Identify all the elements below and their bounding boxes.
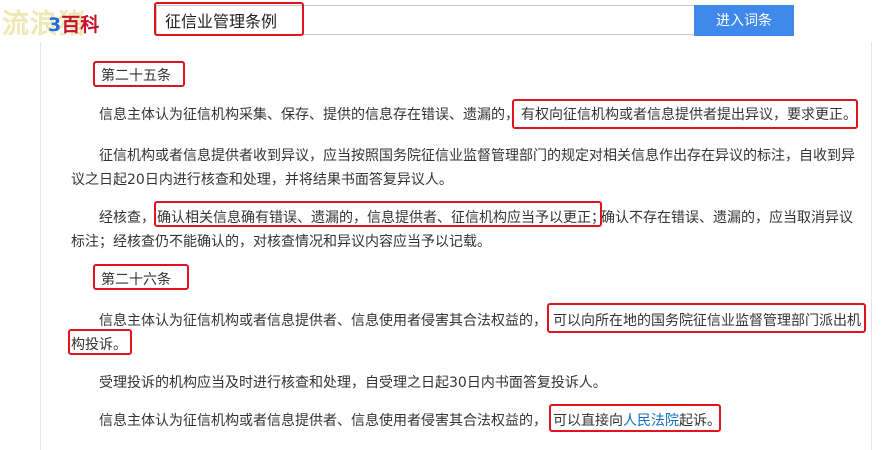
art26-para3-highlight (549, 404, 721, 432)
art25-para1-text: 信息主体认为征信机构采集、保存、提供的信息存在错误、遗漏的， (99, 107, 519, 123)
article-25-heading-highlight (93, 61, 185, 87)
brand-name: 3百科 (48, 10, 99, 37)
baike-logo[interactable]: 流浪猪 3百科 (0, 2, 150, 40)
art25-para3-prefix: 经核查， (99, 210, 155, 226)
search-highlight-box (154, 2, 304, 36)
brand-dot: 3 (48, 14, 62, 36)
brand-label: 百科 (61, 14, 100, 36)
art25-para2-line2: 议之日起20日内进行核查和处理，并将结果书面答复异议人。 (71, 172, 453, 188)
art26-para1-highlight-b (68, 329, 132, 355)
art26-para1-text: 信息主体认为征信机构或者信息提供者、信息使用者侵害其合法权益的， (99, 313, 547, 329)
art26-para3-text: 信息主体认为征信机构或者信息提供者、信息使用者侵害其合法权益的， (99, 413, 547, 429)
art26-para2: 受理投诉的机构应当及时进行核查和处理，自受理之日起30日内书面答复投诉人。 (99, 375, 607, 391)
art26-para1-highlight-a (547, 303, 866, 333)
art25-para3-highlight (154, 201, 602, 227)
top-bar: 流浪猪 3百科 进入词条 (0, 0, 890, 42)
art25-para2-line1: 征信机构或者信息提供者收到异议，应当按照国务院征信业监督管理部门的规定对相关信息… (99, 148, 855, 164)
art25-para1-highlight (512, 99, 858, 129)
enter-entry-button[interactable]: 进入词条 (694, 5, 794, 36)
art25-para3-line2: 标注；经核查仍不能确认的，对核查情况和异议内容应当予以记载。 (71, 234, 491, 250)
article-26-heading-highlight (93, 264, 189, 290)
article-content: 第二十五条 信息主体认为征信机构采集、保存、提供的信息存在错误、遗漏的， 有权向… (40, 42, 872, 450)
art25-para3-rest: 确认不存在错误、遗漏的，应当取消异议 (601, 210, 853, 226)
